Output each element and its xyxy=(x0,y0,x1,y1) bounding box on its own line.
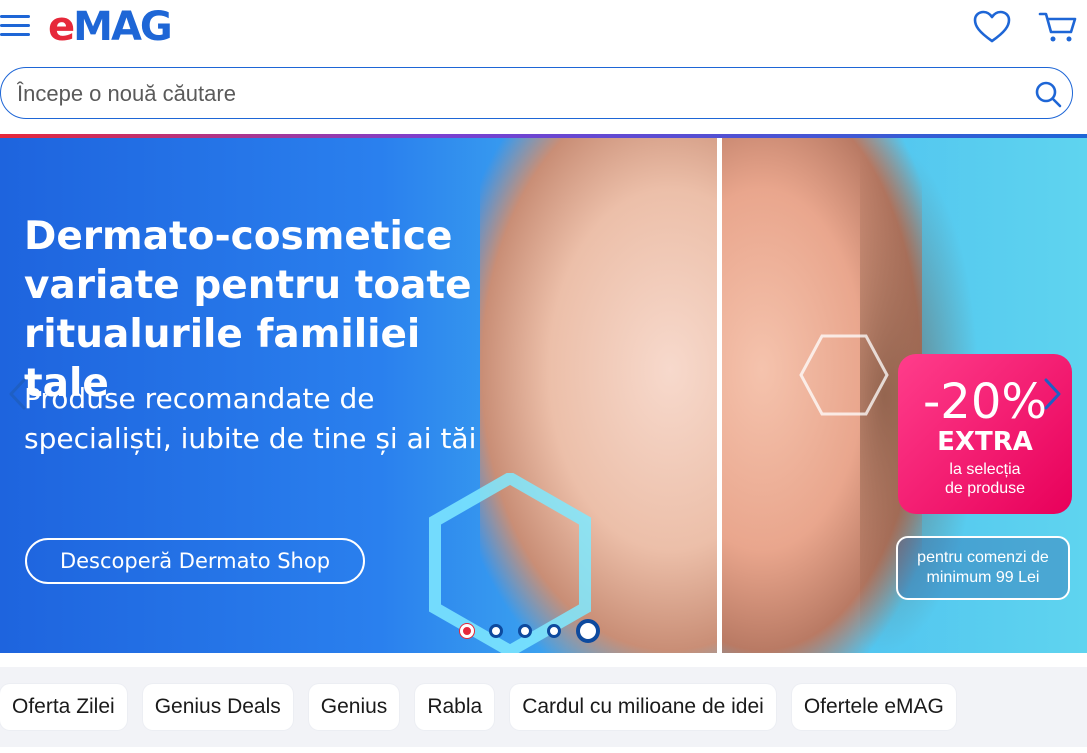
banner-headline-line: variate pentru toate xyxy=(24,263,472,308)
search-icon[interactable] xyxy=(1034,80,1062,108)
minimum-order-line: minimum 99 Lei xyxy=(926,569,1040,586)
quick-link-chip[interactable]: Oferta Zilei xyxy=(0,684,127,730)
quick-link-chip[interactable]: Genius xyxy=(308,684,400,730)
search-input[interactable] xyxy=(15,76,1019,112)
discount-selection-line: de produse xyxy=(944,480,1026,497)
banner-subline: Produse recomandate de specialiști, iubi… xyxy=(24,379,514,459)
logo-letters-mag: MAG xyxy=(73,4,173,50)
banner-subline-line: specialiști, iubite de tine și ai tăi xyxy=(24,422,477,455)
discount-selection-line: la selecția xyxy=(949,461,1021,478)
banner-split-line xyxy=(717,138,722,653)
dermato-shop-button[interactable]: Descoperă Dermato Shop xyxy=(25,538,365,584)
carousel-prev-arrow-icon[interactable] xyxy=(6,376,30,412)
carousel-dot[interactable] xyxy=(547,624,561,638)
heart-icon[interactable] xyxy=(973,10,1011,44)
logo-letter-e: e xyxy=(48,4,75,50)
quick-link-chip[interactable]: Cardul cu milioane de idei xyxy=(510,684,776,730)
carousel-dot[interactable] xyxy=(489,624,503,638)
hexagon-skin-decoration xyxy=(799,334,889,416)
carousel-dot[interactable] xyxy=(518,624,532,638)
quick-link-chip[interactable]: Genius Deals xyxy=(142,684,293,730)
quick-link-chip[interactable]: Rabla xyxy=(415,684,495,730)
carousel-dot[interactable] xyxy=(576,619,600,643)
promo-carousel[interactable]: Dermato-cosmetice variate pentru toate r… xyxy=(0,138,1087,653)
discount-extra: EXTRA xyxy=(937,427,1033,457)
minimum-order-note: pentru comenzi de minimum 99 Lei xyxy=(896,536,1070,600)
quick-link-chip[interactable]: Ofertele eMAG xyxy=(791,684,956,730)
discount-selection-text: la selecția de produse xyxy=(898,460,1072,498)
banner-subline-line: Produse recomandate de xyxy=(24,382,375,415)
banner-headline-line: Dermato-cosmetice xyxy=(24,214,453,259)
hamburger-menu-icon[interactable] xyxy=(0,12,32,40)
emag-logo[interactable]: eMAG xyxy=(48,4,173,50)
search-bar xyxy=(0,67,1073,119)
header: eMAG xyxy=(0,0,1087,60)
carousel-next-arrow-icon[interactable] xyxy=(1040,376,1064,412)
minimum-order-line: pentru comenzi de xyxy=(917,549,1049,566)
carousel-dot[interactable] xyxy=(460,624,474,638)
cart-icon[interactable] xyxy=(1038,10,1078,44)
quick-links: Oferta Zilei Genius Deals Genius Rabla Cardu… xyxy=(0,684,956,730)
carousel-dots xyxy=(460,618,600,644)
